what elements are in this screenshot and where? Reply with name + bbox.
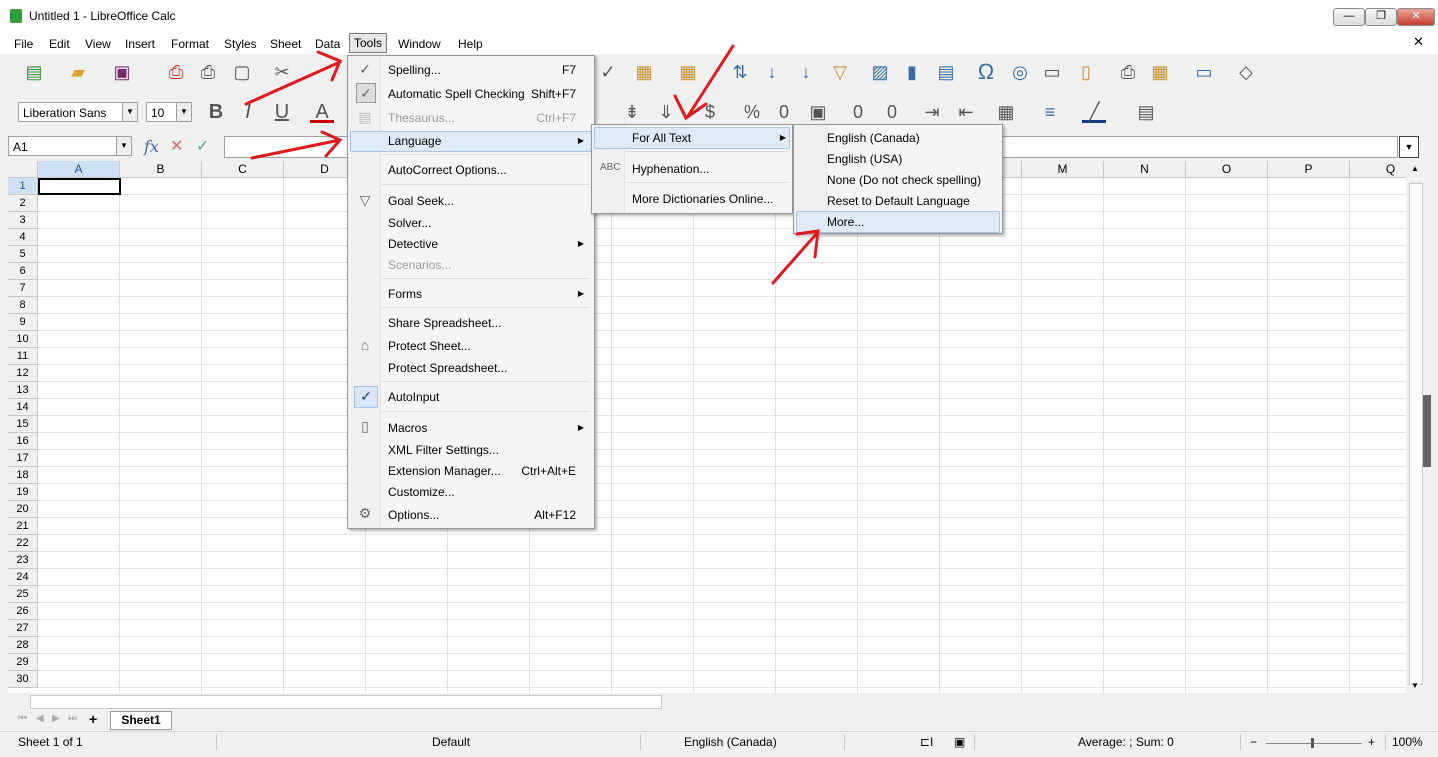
annotation-arrows <box>244 44 820 285</box>
red-arrow-tools <box>244 60 342 106</box>
red-arrow-more <box>771 230 820 285</box>
red-arrowhead-for-all-text <box>673 94 708 121</box>
red-arrow-for-all-text <box>686 44 735 118</box>
